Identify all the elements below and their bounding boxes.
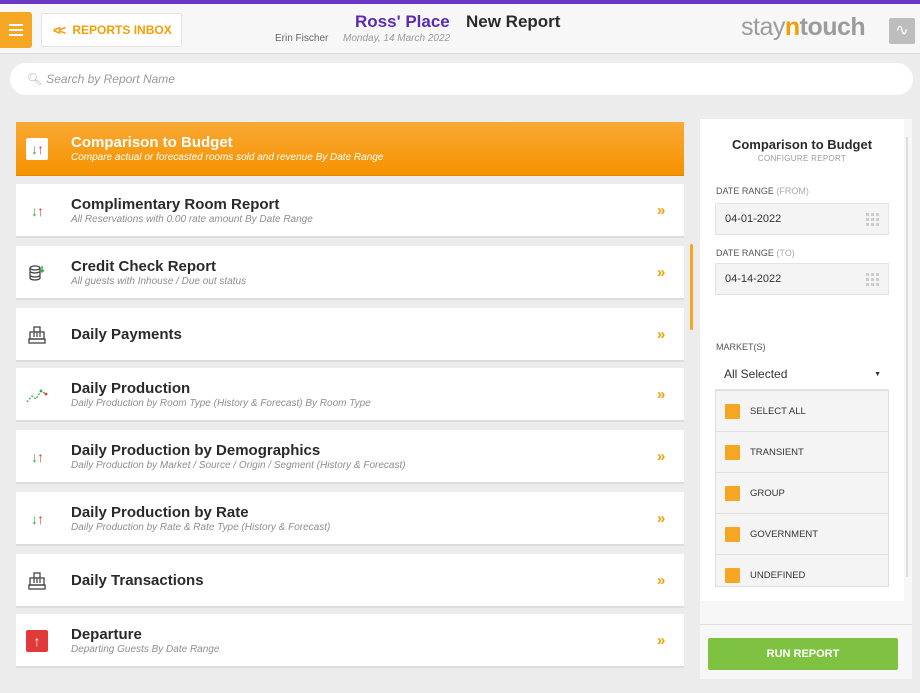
report-title: Comparison to Budget [71,134,233,151]
app-header: << REPORTS INBOX Ross' Place New Report … [0,4,920,54]
date-from-label: DATE RANGE (FROM) [716,186,809,196]
trend-icon [26,384,48,406]
reports-inbox-label: REPORTS INBOX [72,23,172,37]
checkbox-icon[interactable] [725,403,740,419]
arrows-icon: ↓↑ [31,449,44,465]
caret-down-icon: ▼ [874,371,881,378]
market-option-transient[interactable]: TRANSIENT [716,432,888,473]
chevron-left-icon: << [53,22,66,38]
chevron-right-icon[interactable]: » [657,572,665,589]
report-description: All guests with Inhouse / Due out status [71,276,247,287]
arrows-icon: ↓↑ [26,138,48,160]
report-item[interactable]: ↓↑ Daily Production by Demographics Daily … [16,430,684,484]
report-title: Daily Production by Rate [71,504,249,521]
panel-scrollbar[interactable] [906,137,908,577]
configure-form: Comparison to Budget CONFIGURE REPORT DA… [700,119,904,601]
register-icon [26,324,48,346]
markets-label: MARKET(S) [716,342,766,352]
report-title: Daily Production by Demographics [71,442,321,459]
report-description: Departing Guests By Date Range [71,644,220,655]
search-placeholder: Search by Report Name [46,72,175,86]
report-item[interactable]: Daily Payments » [16,308,684,362]
report-description: Compare actual or forecasted rooms sold … [71,152,384,163]
chevron-right-icon[interactable]: » [657,386,665,403]
arrows-icon: ↓↑ [31,511,44,527]
checkbox-icon[interactable] [725,568,740,583]
arrows-icon: ↓↑ [31,203,44,219]
hotel-name: Ross' Place [355,12,450,31]
report-description: Daily Production by Rate & Rate Type (Hi… [71,522,331,533]
report-title: Credit Check Report [71,258,217,275]
menu-button[interactable] [0,12,32,48]
report-item[interactable]: Daily Transactions » [16,554,684,608]
report-description: All Reservations with 0.00 rate amount B… [71,214,313,225]
report-description: Daily Production by Room Type (History &… [71,398,371,409]
report-item[interactable]: Daily Production Daily Production by Room… [16,368,684,422]
report-item[interactable]: ↓↑ Daily Production by Rate Daily Producti… [16,492,684,546]
run-report-button[interactable]: RUN REPORT [708,638,898,670]
panel-subtitle: CONFIGURE REPORT [757,154,847,163]
reports-inbox-button[interactable]: << REPORTS INBOX [41,13,182,47]
coins-icon [26,262,48,284]
market-option-select-all[interactable]: SELECT ALL [716,391,888,432]
date-to-field[interactable]: 04-14-2022 [715,263,889,295]
market-option-group[interactable]: GROUP [716,473,888,514]
report-item[interactable]: Credit Check Report All guests with Inhou… [16,246,684,300]
checkbox-icon[interactable] [725,485,740,501]
checkbox-icon[interactable] [725,444,740,460]
search-icon: 🔍︎ [27,72,43,86]
chevron-right-icon[interactable]: » [657,632,665,649]
page-title: New Report [466,12,561,31]
market-option-government[interactable]: GOVERNMENT [716,514,888,555]
chevron-right-icon[interactable]: » [657,510,665,527]
report-title: Daily Payments [71,326,182,343]
configure-panel: Comparison to Budget CONFIGURE REPORT DA… [700,119,912,679]
date-to-label: DATE RANGE (TO) [716,248,795,258]
departure-icon: ↑ [26,630,48,652]
calendar-icon[interactable] [866,213,879,226]
brand-logo: stayntouch [741,13,866,41]
trend-line-icon[interactable]: ∿ [889,18,915,44]
report-title: Daily Transactions [71,572,204,589]
search-input[interactable]: 🔍︎ Search by Report Name [10,63,913,95]
register-icon [26,570,48,592]
checkbox-icon[interactable] [725,526,740,542]
markets-select[interactable]: All Selected ▼ [715,358,889,390]
report-item[interactable]: ↑ Departure Departing Guests By Date Range… [16,614,684,668]
chevron-right-icon[interactable]: » [657,264,665,281]
report-title: Departure [71,626,142,643]
markets-selected-value: All Selected [724,366,788,381]
calendar-icon[interactable] [866,273,879,286]
report-item[interactable]: ↓↑ Comparison to Budget Compare actual or … [16,122,684,176]
panel-divider [700,624,912,625]
report-title: Daily Production [71,380,191,397]
business-date: Monday, 14 March 2022 [343,33,451,44]
chevron-right-icon[interactable]: » [657,448,665,465]
report-description: Daily Production by Market / Source / Or… [71,460,406,471]
date-from-value: 04-01-2022 [725,213,782,225]
report-item[interactable]: ↓↑ Complimentary Room Report All Reservati… [16,184,684,238]
date-from-field[interactable]: 04-01-2022 [715,203,889,235]
list-scrollbar[interactable] [690,244,693,330]
market-option-undefined[interactable]: UNDEFINED [716,555,888,596]
panel-title: Comparison to Budget [731,137,873,152]
markets-options: SELECT ALL TRANSIENT GROUP GOVERNMENT UN… [715,390,889,587]
user-name: Erin Fischer [275,33,329,44]
chevron-right-icon[interactable]: » [657,202,665,219]
chevron-right-icon[interactable]: » [657,326,665,343]
date-to-value: 04-14-2022 [725,273,782,285]
report-title: Complimentary Room Report [71,196,280,213]
